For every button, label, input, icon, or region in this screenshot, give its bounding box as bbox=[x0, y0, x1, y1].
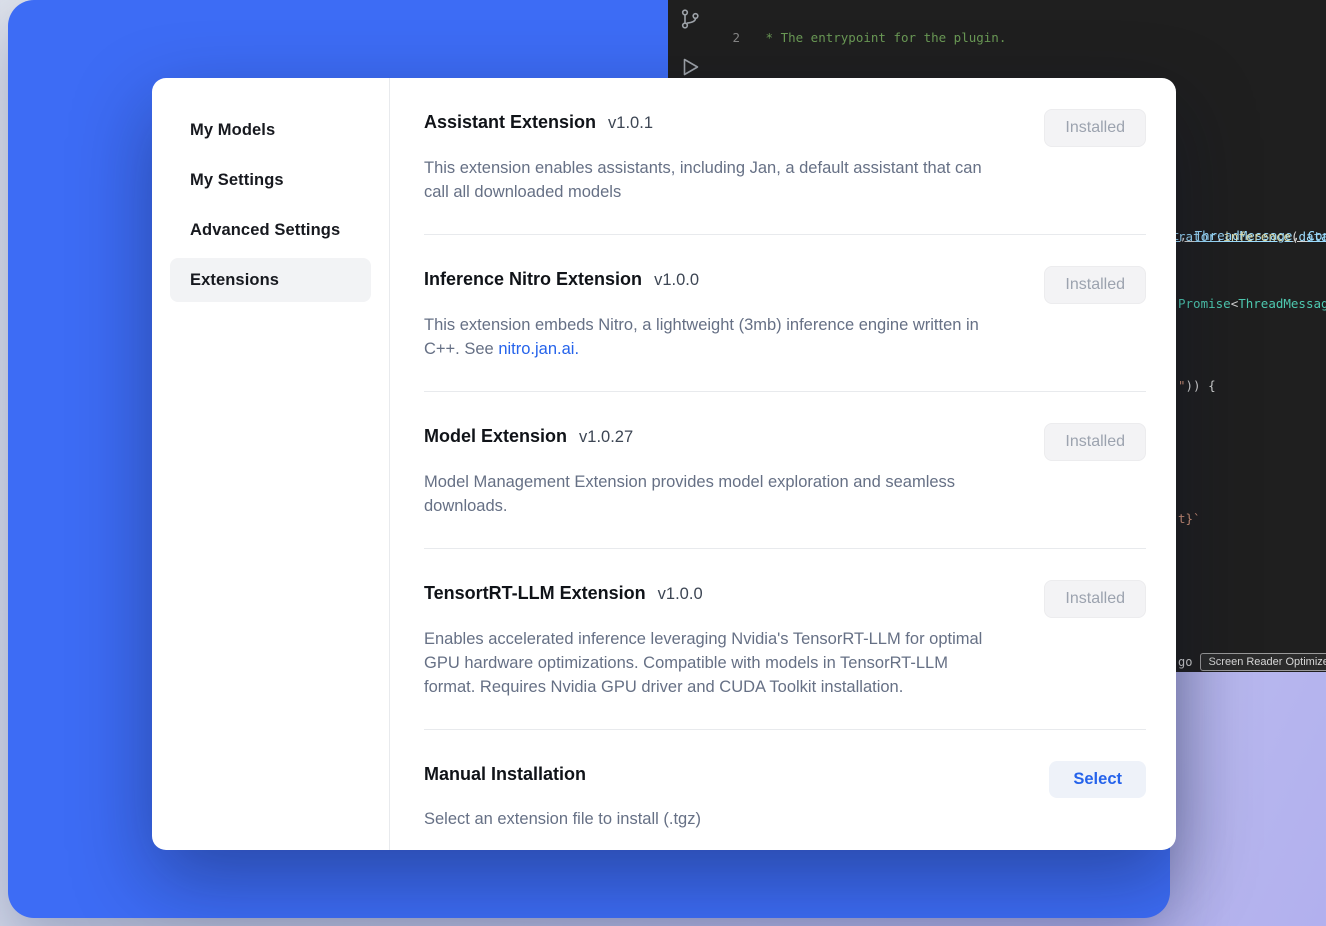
extension-block-inference-nitro: Inference Nitro Extension v1.0.0 Install… bbox=[424, 235, 1146, 392]
sidebar-item-extensions[interactable]: Extensions bbox=[170, 258, 371, 302]
extension-title: TensortRT-LLM Extension bbox=[424, 580, 646, 606]
installed-button[interactable]: Installed bbox=[1044, 109, 1146, 147]
manual-installation-title: Manual Installation bbox=[424, 761, 586, 787]
installed-button[interactable]: Installed bbox=[1044, 423, 1146, 461]
extension-description: Enables accelerated inference leveraging… bbox=[424, 627, 1002, 699]
screen-reader-optimize-chip[interactable]: Screen Reader Optimize bbox=[1200, 653, 1326, 671]
editor-status-area: go Screen Reader Optimize bbox=[1178, 653, 1326, 671]
extension-description: This extension embeds Nitro, a lightweig… bbox=[424, 313, 1002, 361]
settings-sidebar: My Models My Settings Advanced Settings … bbox=[152, 78, 390, 850]
sidebar-item-advanced-settings[interactable]: Advanced Settings bbox=[170, 208, 371, 252]
line-number: 2 bbox=[714, 30, 740, 47]
run-debug-icon[interactable] bbox=[678, 55, 702, 79]
extension-block-assistant: Assistant Extension v1.0.1 Installed Thi… bbox=[424, 78, 1146, 235]
select-file-button[interactable]: Select bbox=[1049, 761, 1146, 798]
code-fragment: ")) { bbox=[1178, 378, 1216, 393]
extension-description: Model Management Extension provides mode… bbox=[424, 470, 1002, 518]
extension-version: v1.0.0 bbox=[658, 581, 703, 607]
code-fragment: t}` bbox=[1178, 511, 1201, 526]
nitro-jan-ai-link[interactable]: nitro.jan.ai. bbox=[498, 340, 579, 358]
source-control-icon[interactable] bbox=[678, 7, 702, 31]
status-left-text: go bbox=[1178, 655, 1192, 669]
code-line: 2 * The entrypoint for the plugin. bbox=[714, 30, 1326, 47]
extension-description: This extension enables assistants, inclu… bbox=[424, 156, 1002, 204]
extension-version: v1.0.1 bbox=[608, 110, 653, 136]
installed-button[interactable]: Installed bbox=[1044, 266, 1146, 304]
extensions-panel: Assistant Extension v1.0.1 Installed Thi… bbox=[390, 78, 1176, 850]
extension-title: Inference Nitro Extension bbox=[424, 266, 642, 292]
sidebar-item-my-settings[interactable]: My Settings bbox=[170, 158, 371, 202]
code-fragment: rator.inference(data)); bbox=[1178, 229, 1326, 244]
installed-button[interactable]: Installed bbox=[1044, 580, 1146, 618]
extension-title: Model Extension bbox=[424, 423, 567, 449]
settings-modal: My Models My Settings Advanced Settings … bbox=[152, 78, 1176, 850]
extension-block-tensorrt-llm: TensortRT-LLM Extension v1.0.0 Installed… bbox=[424, 549, 1146, 730]
extension-version: v1.0.0 bbox=[654, 267, 699, 293]
extension-version: v1.0.27 bbox=[579, 424, 633, 450]
extension-block-model: Model Extension v1.0.27 Installed Model … bbox=[424, 392, 1146, 549]
extension-title: Assistant Extension bbox=[424, 109, 596, 135]
manual-installation-block: Manual Installation Select Select an ext… bbox=[424, 730, 1146, 850]
manual-installation-description: Select an extension file to install (.tg… bbox=[424, 807, 1002, 831]
code-fragment: Promise<ThreadMessage> bbox=[1178, 296, 1326, 311]
sidebar-item-my-models[interactable]: My Models bbox=[170, 108, 371, 152]
